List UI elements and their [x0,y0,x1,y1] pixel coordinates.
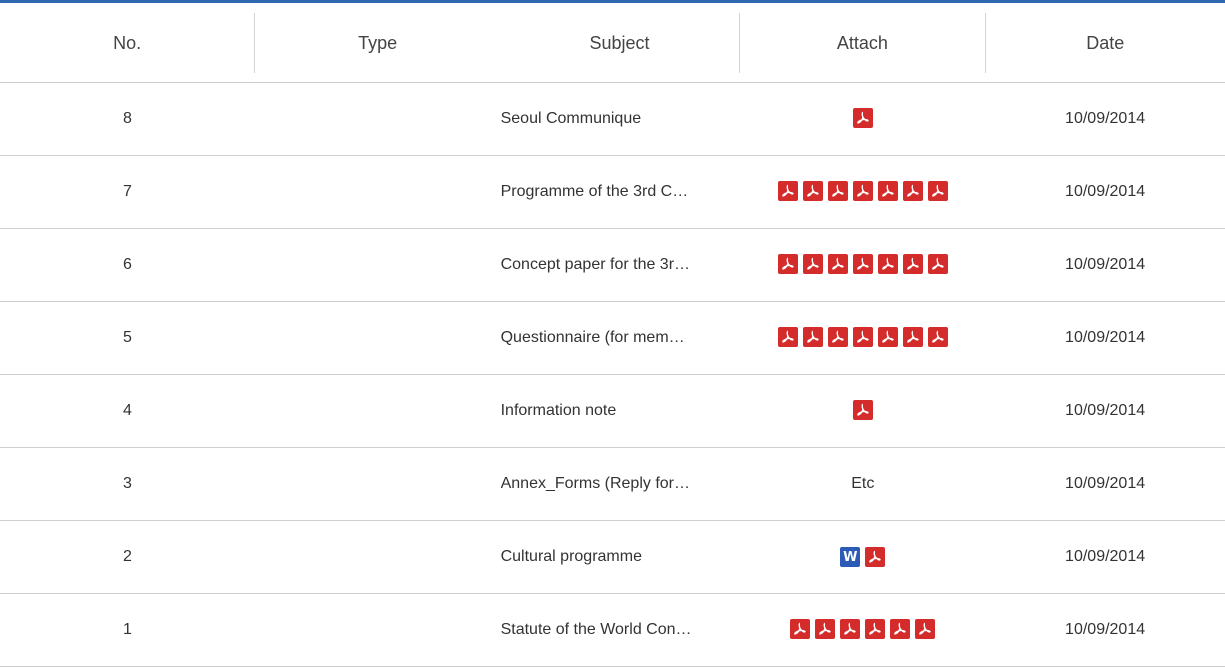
row-date: 10/09/2014 [1065,110,1146,127]
pdf-icon[interactable] [852,327,873,347]
row-subject-link[interactable]: Statute of the World Con… [501,621,733,639]
row-attachments [740,400,985,422]
table-row[interactable]: 3 Annex_Forms (Reply for… Etc 10/09/2014 [0,448,1225,521]
word-doc-icon[interactable]: W [840,547,861,567]
row-subject-link[interactable]: Information note [501,402,733,420]
row-date: 10/09/2014 [1065,256,1146,273]
pdf-icon[interactable] [815,619,836,639]
row-number: 3 [122,475,132,492]
pdf-icon[interactable] [827,254,848,274]
pdf-icon[interactable] [802,181,823,201]
pdf-icon[interactable] [852,254,873,274]
row-date: 10/09/2014 [1065,402,1146,419]
pdf-icon[interactable] [877,327,898,347]
pdf-icon[interactable] [877,254,898,274]
table-row[interactable]: 4 Information note 10/09/2014 [0,375,1225,448]
pdf-icon[interactable] [827,181,848,201]
table-row[interactable]: 8 Seoul Communique 10/09/2014 [0,83,1225,156]
pdf-icon[interactable] [852,181,873,201]
pdf-icon[interactable] [927,327,948,347]
table-row[interactable]: 7 Programme of the 3rd C… 10/09/2014 [0,156,1225,229]
pdf-icon[interactable] [865,619,886,639]
row-subject-link[interactable]: Programme of the 3rd C… [501,183,733,201]
pdf-icon[interactable] [927,254,948,274]
row-attachments [740,254,985,276]
row-subject-link[interactable]: Annex_Forms (Reply for… [501,475,733,493]
row-subject-link[interactable]: Cultural programme [501,548,733,566]
header-subject: Subject [500,12,741,73]
table-row[interactable]: 5 Questionnaire (for mem… 10/09/2014 [0,302,1225,375]
table-row[interactable]: 1 Statute of the World Con… 10/09/2014 [0,594,1225,667]
row-attachments [740,619,985,641]
pdf-icon[interactable] [890,619,911,639]
table-header: No. Type Subject Attach Date [0,3,1225,83]
row-attachments [740,108,985,130]
pdf-icon[interactable] [827,327,848,347]
pdf-icon[interactable] [790,619,811,639]
row-attachments [740,327,985,349]
row-number: 4 [122,402,132,419]
row-subject-link[interactable]: Questionnaire (for mem… [501,329,733,347]
row-number: 7 [122,183,132,200]
pdf-icon[interactable] [777,327,798,347]
pdf-icon[interactable] [802,327,823,347]
pdf-icon[interactable] [902,254,923,274]
pdf-icon[interactable] [865,547,886,567]
table-row[interactable]: 6 Concept paper for the 3r… 10/09/2014 [0,229,1225,302]
pdf-icon[interactable] [927,181,948,201]
row-number: 6 [122,256,132,273]
row-date: 10/09/2014 [1065,475,1146,492]
row-date: 10/09/2014 [1065,183,1146,200]
row-attachments: Etc [740,475,985,493]
row-subject-link[interactable]: Seoul Communique [501,110,733,128]
table-row[interactable]: 2 Cultural programme W 10/09/2014 [0,521,1225,594]
row-number: 8 [122,110,132,127]
pdf-icon[interactable] [802,254,823,274]
pdf-icon[interactable] [852,108,873,128]
row-number: 5 [122,329,132,346]
row-date: 10/09/2014 [1065,621,1146,638]
row-date: 10/09/2014 [1065,548,1146,565]
row-subject-link[interactable]: Concept paper for the 3r… [501,256,733,274]
header-attach: Attach [740,12,986,73]
pdf-icon[interactable] [902,327,923,347]
row-attachments: W [740,547,985,567]
header-no: No. [0,12,256,73]
attachment-etc-label: Etc [851,475,875,492]
table-body: 8 Seoul Communique 10/09/2014 7 Programme of… [0,83,1225,667]
pdf-icon[interactable] [840,619,861,639]
pdf-icon[interactable] [915,619,936,639]
row-number: 1 [122,621,132,638]
pdf-icon[interactable] [777,181,798,201]
pdf-icon[interactable] [902,181,923,201]
board-table: No. Type Subject Attach Date 8 Seoul Comm… [0,0,1225,667]
pdf-icon[interactable] [852,400,873,420]
pdf-icon[interactable] [877,181,898,201]
header-type: Type [358,32,398,53]
header-date: Date [1086,32,1125,53]
pdf-icon[interactable] [777,254,798,274]
row-date: 10/09/2014 [1065,329,1146,346]
row-attachments [740,181,985,203]
row-number: 2 [122,548,132,565]
